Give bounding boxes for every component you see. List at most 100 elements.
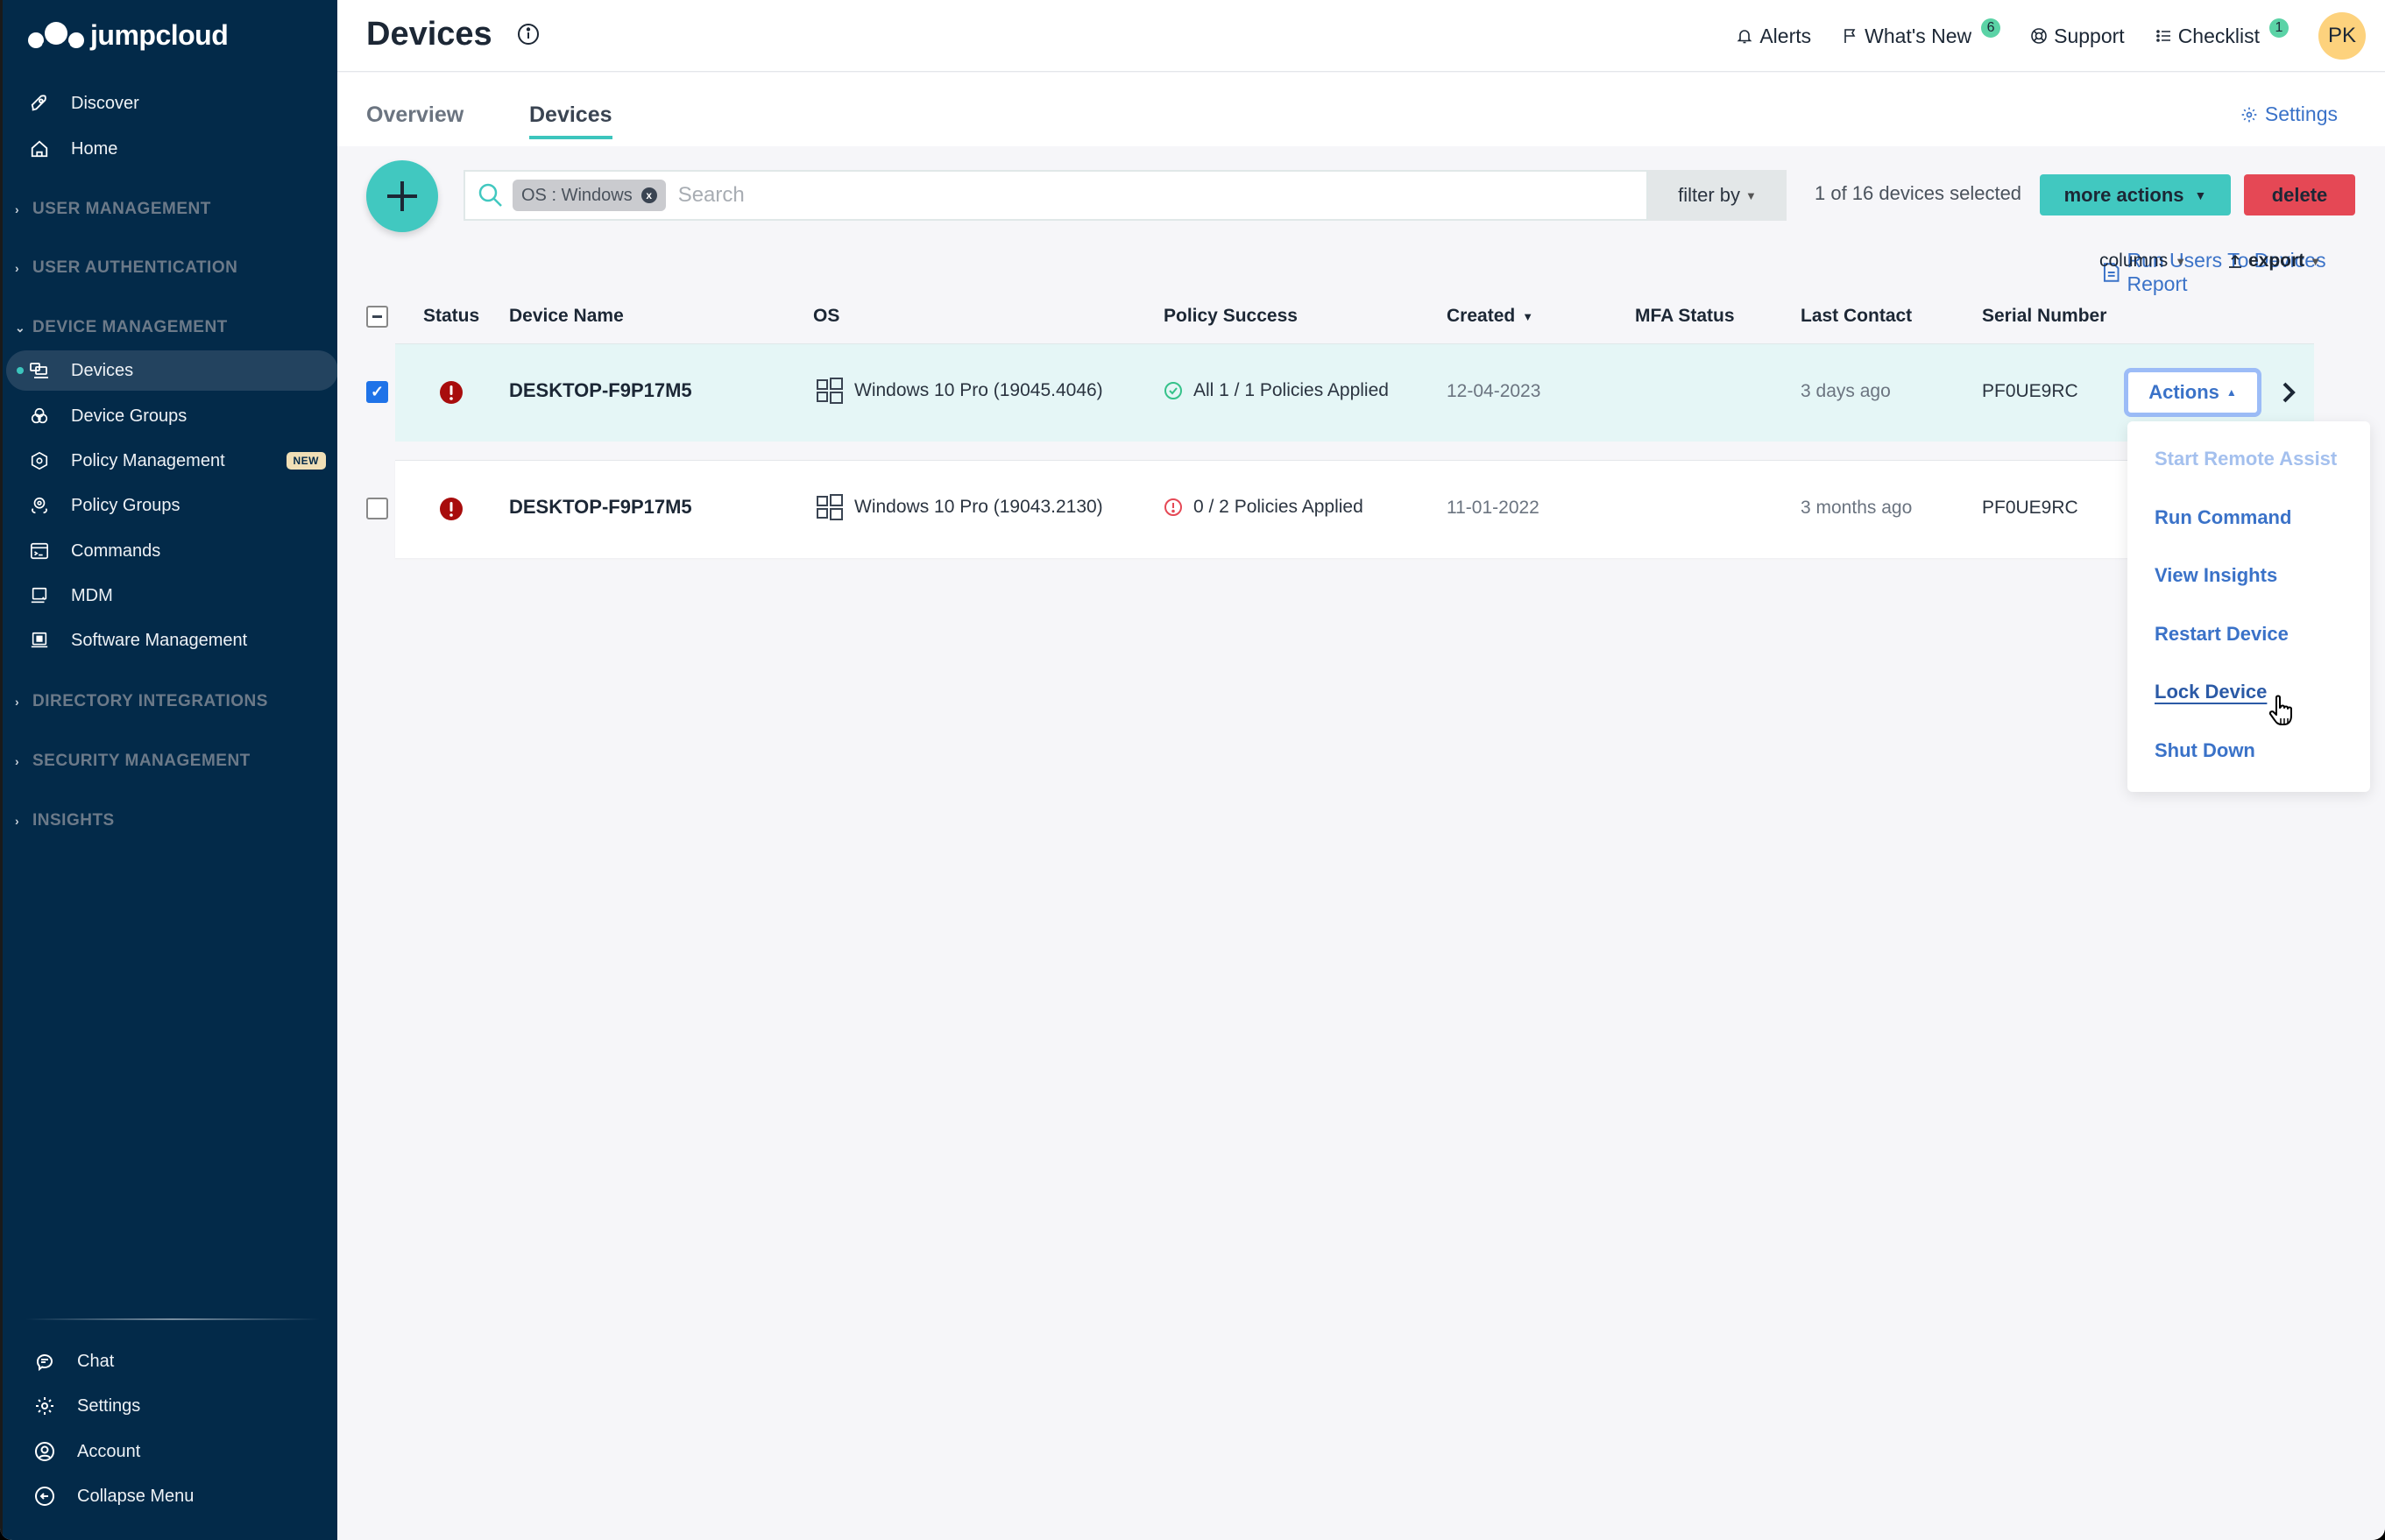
sidebar-item-policy-management[interactable]: Policy Management NEW — [3, 440, 338, 482]
last-contact: 3 months ago — [1801, 498, 1913, 518]
filter-chip-label: OS : Windows — [521, 185, 633, 205]
selected-count: 1 of 16 devices selected — [1815, 182, 2022, 204]
menu-item-run-command[interactable]: Run Command — [2155, 506, 2291, 529]
collapse-icon — [34, 1486, 55, 1507]
policy-icon — [29, 450, 50, 471]
actions-dropdown-button[interactable]: Actions ▲ — [2124, 368, 2261, 417]
columns-dropdown[interactable]: columns ▼ — [2099, 251, 2186, 272]
actions-menu: Start Remote Assist Run Command View Ins… — [2127, 421, 2370, 792]
section-device-management[interactable]: ⌄ DEVICE MANAGEMENT — [15, 318, 228, 337]
column-header-last-contact[interactable]: Last Contact — [1801, 306, 1912, 327]
search-bar: OS : Windows x — [464, 170, 1648, 221]
section-user-management[interactable]: › USER MANAGEMENT — [15, 200, 211, 219]
last-contact: 3 days ago — [1801, 381, 1891, 401]
sidebar-item-discover[interactable]: Discover — [3, 82, 338, 124]
collapse-menu-button[interactable]: Collapse Menu — [3, 1477, 338, 1515]
sidebar-item-policy-groups[interactable]: Policy Groups — [3, 484, 338, 526]
sidebar-item-mdm[interactable]: MDM — [3, 575, 338, 617]
serial-number: PF0UE9RC — [1982, 498, 2078, 518]
tab-devices[interactable]: Devices — [529, 102, 612, 139]
os-label: Windows 10 Pro (19045.4046) — [854, 380, 1103, 400]
more-actions-label: more actions — [2063, 183, 2184, 206]
gear-icon — [34, 1395, 55, 1416]
device-name[interactable]: DESKTOP-F9P17M5 — [509, 379, 692, 402]
delete-button[interactable]: delete — [2244, 174, 2355, 215]
sidebar-item-label: Chat — [77, 1351, 115, 1371]
column-header-status[interactable]: Status — [423, 306, 479, 327]
created-date: 12-04-2023 — [1447, 381, 1541, 401]
chevron-down-icon: ⌄ — [15, 320, 26, 335]
sidebar-item-label: Account — [77, 1441, 141, 1461]
jumpcloud-logo[interactable]: jumpcloud — [27, 19, 229, 52]
section-user-authentication[interactable]: › USER AUTHENTICATION — [15, 258, 237, 278]
section-label: SECURITY MANAGEMENT — [32, 752, 251, 770]
tabs-bar: Overview Devices Settings — [337, 73, 2385, 146]
cloud-logo-icon — [28, 21, 84, 50]
checklist-link[interactable]: Checklist 1 — [2155, 18, 2289, 48]
support-link[interactable]: Support — [2030, 25, 2125, 48]
search-input[interactable] — [677, 183, 1646, 208]
column-header-device-name[interactable]: Device Name — [509, 306, 624, 327]
sidebar-item-device-groups[interactable]: Device Groups — [3, 395, 338, 437]
select-all-checkbox[interactable] — [366, 306, 388, 328]
row-checkbox[interactable]: ✓ — [366, 381, 388, 403]
sidebar-item-label: Software Management — [71, 630, 248, 650]
remove-filter-icon[interactable]: x — [640, 187, 657, 203]
sidebar-item-chat[interactable]: Chat — [3, 1342, 338, 1381]
sidebar-item-commands[interactable]: Commands — [3, 530, 338, 572]
sidebar-item-label: Discover — [71, 93, 139, 113]
settings-link[interactable]: Settings — [2240, 102, 2338, 126]
row-checkbox[interactable] — [366, 498, 388, 519]
alerts-label: Alerts — [1759, 24, 1812, 47]
alert-circle-icon — [1164, 498, 1182, 516]
device-name[interactable]: DESKTOP-F9P17M5 — [509, 496, 692, 519]
column-header-os[interactable]: OS — [813, 306, 839, 327]
sidebar-item-settings[interactable]: Settings — [3, 1387, 338, 1425]
check-circle-icon — [1164, 382, 1182, 399]
section-label: DIRECTORY INTEGRATIONS — [32, 692, 268, 710]
checklist-icon — [2155, 30, 2170, 42]
sidebar-item-home[interactable]: Home — [3, 128, 338, 170]
os-cell: Windows 10 Pro (19045.4046) — [816, 377, 1103, 405]
sidebar-item-account[interactable]: Account — [3, 1432, 338, 1471]
filter-by-dropdown[interactable]: filter by ▼ — [1648, 170, 1787, 221]
os-label: Windows 10 Pro (19043.2130) — [854, 497, 1103, 517]
section-directory-integrations[interactable]: › DIRECTORY INTEGRATIONS — [15, 692, 268, 711]
column-header-mfa-status[interactable]: MFA Status — [1635, 306, 1735, 327]
column-header-serial-number[interactable]: Serial Number — [1982, 306, 2106, 327]
sidebar-item-label: Devices — [71, 360, 134, 380]
sidebar-item-software-management[interactable]: Software Management — [3, 619, 338, 661]
bell-icon — [1737, 30, 1752, 44]
sidebar-item-devices[interactable]: Devices — [6, 350, 338, 391]
created-date: 11-01-2022 — [1447, 498, 1539, 518]
main-content: Devices Alerts What's New 6 Support Chec… — [337, 0, 2385, 1540]
search-icon — [478, 183, 502, 207]
menu-item-restart-device[interactable]: Restart Device — [2155, 623, 2289, 646]
column-header-policy-success[interactable]: Policy Success — [1164, 306, 1298, 327]
sidebar-item-label: MDM — [71, 585, 113, 605]
policy-label: All 1 / 1 Policies Applied — [1193, 380, 1389, 400]
sidebar-divider — [25, 1318, 320, 1320]
home-icon — [29, 138, 50, 159]
column-header-created[interactable]: Created ▼ — [1447, 306, 1533, 327]
info-icon[interactable] — [517, 23, 540, 46]
add-device-button[interactable] — [366, 160, 438, 232]
tab-overview[interactable]: Overview — [366, 102, 464, 128]
whats-new-link[interactable]: What's New 6 — [1841, 18, 2001, 48]
lifebuoy-icon — [2031, 28, 2047, 44]
section-security-management[interactable]: › SECURITY MANAGEMENT — [15, 752, 251, 771]
upload-icon — [2229, 254, 2241, 268]
alerts-link[interactable]: Alerts — [1736, 25, 1811, 48]
account-icon — [34, 1441, 55, 1462]
export-dropdown[interactable]: export ▼ — [2227, 251, 2321, 272]
chevron-right-icon[interactable] — [2278, 378, 2299, 406]
section-insights[interactable]: › INSIGHTS — [15, 811, 115, 830]
menu-item-shut-down[interactable]: Shut Down — [2155, 739, 2255, 762]
indeterminate-icon — [372, 315, 382, 318]
menu-item-view-insights[interactable]: View Insights — [2155, 564, 2277, 587]
windows-icon — [817, 494, 843, 520]
page-title: Devices — [366, 16, 492, 53]
more-actions-button[interactable]: more actions ▼ — [2040, 174, 2231, 215]
user-avatar[interactable]: PK — [2318, 12, 2366, 60]
menu-item-lock-device[interactable]: Lock Device — [2155, 681, 2267, 703]
